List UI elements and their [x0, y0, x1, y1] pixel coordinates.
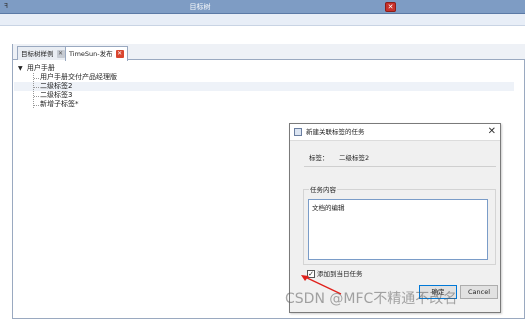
tree-node[interactable]: 新增子标签* — [40, 100, 79, 109]
window-close-button[interactable]: ✕ — [385, 2, 396, 12]
tree-selected-row-highlight — [14, 82, 514, 91]
tag-row: 标签： 二级标签2 — [309, 152, 369, 162]
dialog-close-icon[interactable]: ✕ — [488, 125, 496, 139]
tree-node[interactable]: 用户手册交付产品经理版 — [40, 73, 117, 82]
window-title: 目标树 — [189, 3, 211, 11]
dialog-title-bar: 新建关联标签的任务 ✕ — [290, 124, 500, 141]
tab-timesun-publish[interactable]: TimeSun-发布 ✕ — [65, 46, 128, 61]
expand-arrow-icon[interactable]: ▼ — [18, 65, 23, 72]
watermark: CSDN @MFC不精通不改名 — [285, 291, 458, 307]
divider — [304, 166, 496, 167]
add-to-today-checkbox[interactable]: ✓ — [307, 270, 315, 278]
new-task-dialog: 新建关联标签的任务 ✕ 标签： 二级标签2 任务内容 文档的编辑 ✓ 添加到当日… — [289, 123, 501, 313]
add-to-today-label[interactable]: 添加到当日任务 — [317, 270, 363, 278]
toolbar-strip — [0, 14, 525, 26]
tree-node-root[interactable]: ▼ 用户手册 — [18, 64, 55, 73]
tab-label: TimeSun-发布 — [69, 50, 113, 58]
task-content-label: 任务内容 — [309, 184, 337, 194]
dialog-title: 新建关联标签的任务 — [306, 128, 365, 136]
dialog-window-icon — [294, 128, 302, 136]
task-content-textarea[interactable]: 文档的编辑 — [308, 199, 488, 260]
tag-label: 标签： — [309, 154, 329, 162]
tree-node[interactable]: 二级标签3 — [40, 91, 72, 100]
window-title-bar: ꟻ 目标树 ✕ — [0, 0, 525, 14]
cancel-button[interactable]: Cancel — [460, 285, 498, 299]
tab-target-tree-sample[interactable]: 目标树样例 ✕ — [17, 46, 69, 60]
tag-value: 二级标签2 — [339, 154, 370, 162]
tab-bar: 目标树样例 ✕ TimeSun-发布 ✕ — [13, 44, 525, 61]
tree-node-label: 用户手册 — [26, 64, 55, 72]
tree-node[interactable]: 二级标签2 — [40, 82, 72, 91]
tab-label: 目标树样例 — [21, 49, 54, 58]
tab-close-icon[interactable]: ✕ — [56, 49, 65, 58]
tab-close-icon[interactable]: ✕ — [115, 50, 124, 58]
